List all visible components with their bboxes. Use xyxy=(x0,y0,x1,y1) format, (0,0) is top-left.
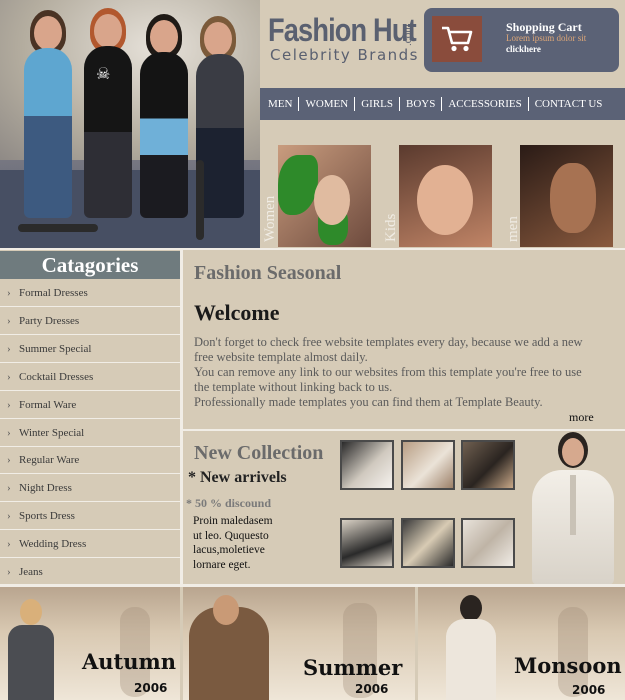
season-year: 2006 xyxy=(134,681,168,695)
season-year: 2006 xyxy=(355,682,389,696)
season-summer[interactable]: Summer 2006 xyxy=(183,587,415,700)
collection-image[interactable] xyxy=(461,440,515,490)
season-autumn[interactable]: Autumn 2006 xyxy=(0,587,180,700)
thumb-label-men: men xyxy=(505,216,521,242)
chevron-right-icon: › xyxy=(7,370,11,383)
chevron-right-icon: › xyxy=(7,426,11,439)
nav-accessories[interactable]: ACCESSORIES xyxy=(442,97,529,111)
season-monsoon[interactable]: Monsoon 2006 xyxy=(418,587,625,700)
chevron-right-icon: › xyxy=(7,314,11,327)
collection-text: Proin maledasem ut leo. Ququesto lacus,m… xyxy=(193,514,303,572)
brand-tld: .com xyxy=(403,24,414,46)
sidebar-item[interactable]: › Night Dress xyxy=(0,475,180,503)
collection-text-line: lornare eget. xyxy=(193,558,251,571)
sidebar-item[interactable]: › Summer Special xyxy=(0,336,180,363)
brand-tagline: Celebrity Brands xyxy=(270,46,419,64)
thumb-kids[interactable] xyxy=(399,145,492,247)
sidebar-item-label: Sports Dress xyxy=(19,510,75,523)
welcome-text: Don't forget to check free website templ… xyxy=(194,335,594,410)
collection-image[interactable] xyxy=(461,518,515,568)
top-navigation: MEN WOMEN GIRLS BOYS ACCESSORIES CONTACT… xyxy=(260,88,625,120)
season-year: 2006 xyxy=(572,683,606,697)
welcome-heading: Welcome xyxy=(194,300,280,325)
collection-title: New Collection xyxy=(194,442,324,464)
cart-link[interactable]: clickhere xyxy=(506,44,541,54)
sidebar-item-label: Party Dresses xyxy=(19,314,80,327)
more-link[interactable]: more xyxy=(569,410,594,425)
collection-text-line: ut leo. Ququesto xyxy=(193,529,269,542)
sidebar-item-label: Formal Dresses xyxy=(19,287,88,299)
welcome-paragraph: Don't forget to check free website templ… xyxy=(194,335,583,364)
brand-logo[interactable]: Fashion Hut xyxy=(268,12,417,49)
sidebar-item-label: Winter Special xyxy=(19,426,85,439)
collection-model-photo xyxy=(520,430,625,585)
collection-image[interactable] xyxy=(401,440,455,490)
new-arrivals: * New arrivels xyxy=(188,469,287,486)
chevron-right-icon: › xyxy=(7,566,11,578)
thumb-men[interactable] xyxy=(520,145,613,247)
collection-image[interactable] xyxy=(340,440,394,490)
thumb-label-kids: Kids xyxy=(383,213,399,242)
chevron-right-icon: › xyxy=(7,454,11,467)
sidebar-item[interactable]: › Party Dresses xyxy=(0,308,180,335)
sidebar-item-label: Formal Ware xyxy=(19,398,77,411)
chevron-right-icon: › xyxy=(7,287,11,299)
sidebar-item[interactable]: › Sports Dress xyxy=(0,503,180,531)
sidebar-item[interactable]: › Cocktail Dresses xyxy=(0,364,180,391)
sidebar-item-label: Regular Ware xyxy=(19,454,80,467)
collection-image[interactable] xyxy=(340,518,394,568)
nav-boys[interactable]: BOYS xyxy=(400,97,443,111)
chevron-right-icon: › xyxy=(7,510,11,523)
sidebar-item[interactable]: › Wedding Dress xyxy=(0,531,180,559)
thumb-label-women: Women xyxy=(262,195,278,242)
chevron-right-icon: › xyxy=(7,538,11,551)
chevron-right-icon: › xyxy=(7,398,11,411)
sidebar-item-label: Summer Special xyxy=(19,342,92,355)
collection-text-line: lacus,moletieve xyxy=(193,544,265,556)
nav-girls[interactable]: GIRLS xyxy=(355,97,401,111)
nav-women[interactable]: WOMEN xyxy=(299,97,356,111)
sidebar-item-label: Wedding Dress xyxy=(19,538,87,551)
season-name: Autumn xyxy=(82,649,177,674)
sidebar-item[interactable]: › Jeans xyxy=(0,559,180,586)
chevron-right-icon: › xyxy=(7,482,11,495)
discount-label: * 50 % discound xyxy=(186,496,272,510)
category-thumbnails: Women Kids men xyxy=(260,120,625,248)
welcome-paragraph: You can remove any link to our websites … xyxy=(194,365,582,394)
hero-photo: ☠ xyxy=(0,0,260,248)
sidebar-item-label: Night Dress xyxy=(19,482,72,495)
chevron-right-icon: › xyxy=(7,342,11,355)
sidebar-item[interactable]: › Winter Special xyxy=(0,420,180,447)
nav-men[interactable]: MEN xyxy=(262,97,300,111)
season-name: Monsoon xyxy=(514,653,622,678)
sidebar-item[interactable]: › Regular Ware xyxy=(0,447,180,475)
sidebar-item-label: Jeans xyxy=(19,566,43,578)
nav-contact-us[interactable]: CONTACT US xyxy=(529,97,609,111)
collection-text-line: Proin maledasem xyxy=(193,515,273,527)
welcome-paragraph: Professionally made templates you can fi… xyxy=(194,395,543,409)
sidebar-divider xyxy=(180,250,183,585)
sidebar-item[interactable]: › Formal Ware xyxy=(0,392,180,419)
cart-subtitle: Lorem ipsum dolor sit xyxy=(506,33,587,43)
sidebar-item[interactable]: › Formal Dresses xyxy=(0,280,180,307)
season-name: Summer xyxy=(303,655,403,680)
sidebar-item-label: Cocktail Dresses xyxy=(19,370,94,383)
collection-image[interactable] xyxy=(401,518,455,568)
sidebar-title: Catagories xyxy=(0,251,180,279)
thumb-women[interactable] xyxy=(278,145,371,247)
section-title: Fashion Seasonal xyxy=(194,262,342,284)
cart-icon[interactable] xyxy=(432,16,482,62)
